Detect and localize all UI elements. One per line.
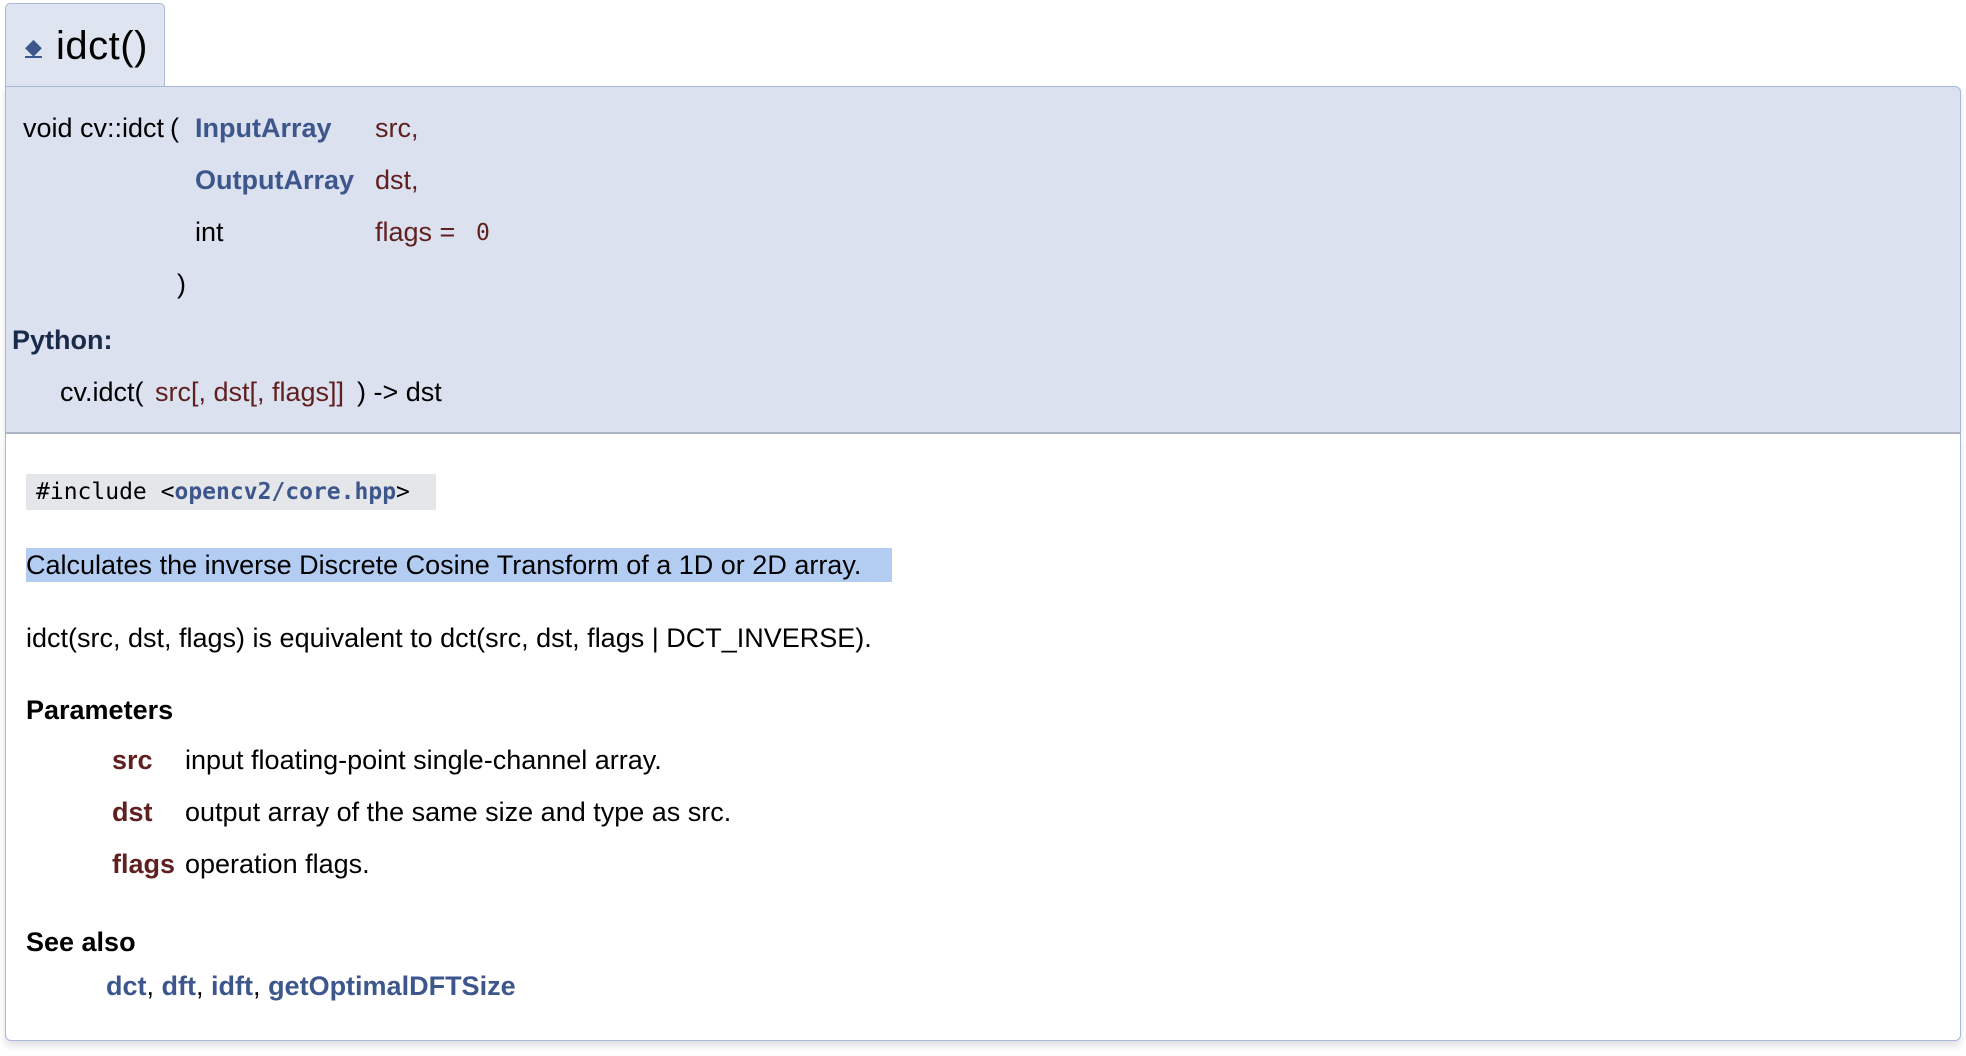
param-doc-desc-dst: output array of the same size and type a… xyxy=(185,797,732,827)
param-name-dst: dst, xyxy=(375,165,419,195)
documentation-block xyxy=(5,434,1961,1041)
param-doc-name-dst: dst xyxy=(112,797,153,827)
see-also-link-idft[interactable]: idft xyxy=(211,971,253,1001)
see-also-link-getoptimaldftsize[interactable]: getOptimalDFTSize xyxy=(268,971,516,1001)
include-prefix: #include < xyxy=(36,479,175,505)
permalink-anchor-icon[interactable]: ◆ xyxy=(25,34,42,60)
function-signature: void cv::idct xyxy=(23,113,165,143)
include-file-link[interactable]: opencv2/core.hpp xyxy=(174,479,396,505)
python-args: src[, dst[, flags]] xyxy=(155,377,345,407)
details-text: idct(src, dst, flags) is equivalent to d… xyxy=(26,623,872,653)
param-name-flags: flags = xyxy=(375,217,456,247)
see-also-heading: See also xyxy=(26,927,136,957)
param-type-link-inputarray[interactable]: InputArray xyxy=(195,112,332,144)
param-name-src: src, xyxy=(375,113,419,143)
open-paren: ( xyxy=(170,113,179,143)
see-also-link-dft[interactable]: dft xyxy=(162,971,196,1001)
brief-description: Calculates the inverse Discrete Cosine T… xyxy=(26,550,862,580)
see-also-links: dct, dft, idft, getOptimalDFTSize xyxy=(106,970,516,1002)
member-title: idct() xyxy=(56,24,148,68)
include-line: #include <opencv2/core.hpp> xyxy=(36,476,410,508)
include-suffix: > xyxy=(396,479,410,505)
param-doc-desc-flags: operation flags. xyxy=(185,849,370,879)
param-type-link-outputarray[interactable]: OutputArray xyxy=(195,164,354,196)
python-return: ) -> dst xyxy=(357,377,442,407)
see-also-separator: , xyxy=(196,971,204,1001)
close-paren: ) xyxy=(177,269,186,299)
see-also-separator: , xyxy=(146,971,155,1001)
member-tab: ◆ idct() xyxy=(5,3,165,87)
param-default-flags: 0 xyxy=(476,220,490,246)
python-label: Python: xyxy=(12,325,113,355)
parameters-heading: Parameters xyxy=(26,695,174,725)
python-func: cv.idct( xyxy=(60,377,144,407)
param-doc-name-src: src xyxy=(112,745,153,775)
param-doc-name-flags: flags xyxy=(112,849,176,879)
param-doc-desc-src: input floating-point single-channel arra… xyxy=(185,745,662,775)
see-also-link-dct[interactable]: dct xyxy=(106,971,147,1001)
param-type-int: int xyxy=(195,217,224,247)
see-also-separator: , xyxy=(253,971,261,1001)
